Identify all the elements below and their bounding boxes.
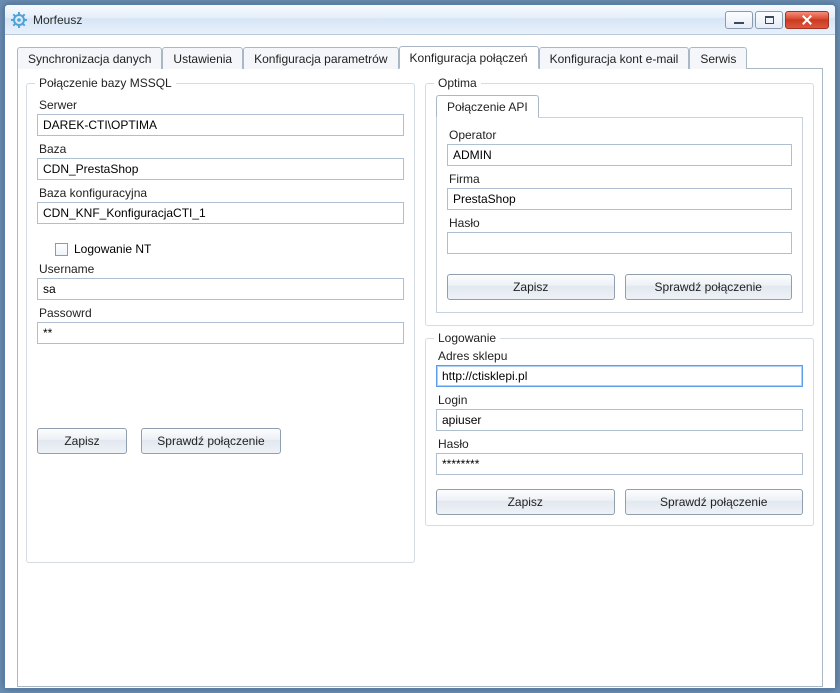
group-optima-legend: Optima — [434, 76, 481, 90]
label-operator: Operator — [449, 128, 792, 142]
close-button[interactable] — [785, 11, 829, 29]
label-firma: Firma — [449, 172, 792, 186]
login-test-button[interactable]: Sprawdź połączenie — [625, 489, 804, 515]
app-icon — [11, 12, 27, 28]
group-mssql-legend: Połączenie bazy MSSQL — [35, 76, 176, 90]
optima-test-button[interactable]: Sprawdź połączenie — [625, 274, 793, 300]
titlebar[interactable]: Morfeusz — [5, 5, 835, 35]
minimize-icon — [734, 22, 744, 24]
mssql-buttons: Zapisz Sprawdź połączenie — [37, 428, 404, 454]
tab-konf-polaczen[interactable]: Konfiguracja połączeń — [399, 46, 539, 69]
close-icon — [802, 15, 812, 25]
group-logowanie: Logowanie Adres sklepu Login Hasło Zapis… — [425, 338, 814, 526]
input-optima-haslo[interactable] — [447, 232, 792, 254]
input-login[interactable] — [436, 409, 803, 431]
label-login: Login — [438, 393, 803, 407]
tab-ustawienia[interactable]: Ustawienia — [162, 47, 243, 69]
input-server[interactable] — [37, 114, 404, 136]
api-panel: Operator Firma Hasło Zapisz Sprawdź połą… — [436, 118, 803, 313]
mssql-save-button[interactable]: Zapisz — [37, 428, 127, 454]
window-title: Morfeusz — [33, 13, 725, 27]
mssql-test-button[interactable]: Sprawdź połączenie — [141, 428, 281, 454]
label-optima-haslo: Hasło — [449, 216, 792, 230]
checkbox-ntlog[interactable] — [55, 243, 68, 256]
optima-save-button[interactable]: Zapisz — [447, 274, 615, 300]
group-logowanie-legend: Logowanie — [434, 331, 500, 345]
row-ntlog: Logowanie NT — [55, 242, 404, 256]
label-login-haslo: Hasło — [438, 437, 803, 451]
label-password: Passowrd — [39, 306, 404, 320]
label-server: Serwer — [39, 98, 404, 112]
input-password[interactable] — [37, 322, 404, 344]
tab-konf-param[interactable]: Konfiguracja parametrów — [243, 47, 398, 69]
label-cfgdb: Baza konfiguracyjna — [39, 186, 404, 200]
input-firma[interactable] — [447, 188, 792, 210]
input-cfgdb[interactable] — [37, 202, 404, 224]
label-username: Username — [39, 262, 404, 276]
maximize-button[interactable] — [755, 11, 783, 29]
tab-synchronizacja[interactable]: Synchronizacja danych — [17, 47, 162, 69]
label-db: Baza — [39, 142, 404, 156]
tabstrip: Synchronizacja danych Ustawienia Konfigu… — [17, 45, 823, 69]
input-adres[interactable] — [436, 365, 803, 387]
tab-content: Połączenie bazy MSSQL Serwer Baza Baza k… — [17, 69, 823, 687]
right-column: Optima Połączenie API Operator Firma Has… — [425, 77, 814, 678]
label-ntlog: Logowanie NT — [74, 242, 151, 256]
input-username[interactable] — [37, 278, 404, 300]
app-window: Morfeusz Synchronizacja danych Ustawieni… — [4, 4, 836, 689]
minimize-button[interactable] — [725, 11, 753, 29]
login-buttons: Zapisz Sprawdź połączenie — [436, 489, 803, 515]
group-optima: Optima Połączenie API Operator Firma Has… — [425, 83, 814, 326]
client-area: Synchronizacja danych Ustawienia Konfigu… — [5, 35, 835, 688]
tab-api[interactable]: Połączenie API — [436, 95, 539, 118]
input-operator[interactable] — [447, 144, 792, 166]
input-db[interactable] — [37, 158, 404, 180]
label-adres: Adres sklepu — [438, 349, 803, 363]
input-login-haslo[interactable] — [436, 453, 803, 475]
tab-konf-email[interactable]: Konfiguracja kont e-mail — [539, 47, 690, 69]
left-column: Połączenie bazy MSSQL Serwer Baza Baza k… — [26, 77, 415, 678]
login-save-button[interactable]: Zapisz — [436, 489, 615, 515]
tab-serwis[interactable]: Serwis — [689, 47, 747, 69]
optima-buttons: Zapisz Sprawdź połączenie — [447, 274, 792, 300]
window-controls — [725, 11, 829, 29]
group-mssql: Połączenie bazy MSSQL Serwer Baza Baza k… — [26, 83, 415, 563]
maximize-icon — [765, 16, 774, 24]
